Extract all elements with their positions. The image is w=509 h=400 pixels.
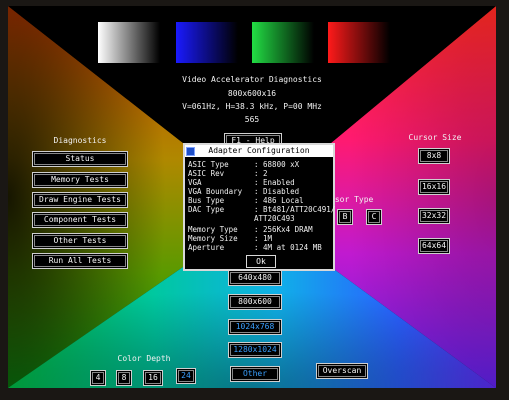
resolution-1280x1024-button[interactable]: 1280x1024 [228, 342, 282, 358]
app-title: Video Accelerator Diagnostics [182, 75, 322, 84]
resolution-readout: 800x600x16 [227, 89, 277, 98]
cursor-size-heading: Cursor Size [408, 133, 462, 142]
status-button[interactable]: Status [32, 151, 128, 167]
cursor-type-c-button[interactable]: C [366, 209, 382, 225]
red-gradient-swatch [328, 22, 390, 63]
overscan-button[interactable]: Overscan [316, 363, 368, 379]
config-value: ATT20C493 [254, 214, 295, 223]
draw-engine-tests-button[interactable]: Draw Engine Tests [32, 192, 128, 208]
timing-readout: V=061Hz, H=38.3 kHz, P=00 MHz [182, 102, 322, 111]
pixel-format-readout: 565 [244, 115, 260, 124]
config-value: : Bt481/ATT20C491/ [254, 205, 336, 214]
config-value: : 4M at 0124 MB [254, 243, 322, 252]
cursor-16x16-button[interactable]: 16x16 [418, 179, 450, 195]
component-tests-button[interactable]: Component Tests [32, 212, 128, 228]
config-label: VGA [188, 178, 202, 187]
cursor-type-heading: rsor Type [330, 195, 374, 204]
memory-tests-button[interactable]: Memory Tests [32, 172, 128, 188]
color-depth-heading: Color Depth [117, 354, 171, 363]
run-all-tests-button[interactable]: Run All Tests [32, 253, 128, 269]
other-resolution-button[interactable]: Other [230, 366, 280, 382]
config-label: Memory Type [188, 225, 238, 234]
close-icon[interactable] [186, 147, 195, 156]
config-value: : 68800 xX [254, 160, 300, 169]
color-depth-16-button[interactable]: 16 [143, 370, 163, 386]
config-label: Bus Type [188, 196, 225, 205]
color-depth-8-button[interactable]: 8 [116, 370, 132, 386]
config-label: VGA Boundary [188, 187, 243, 196]
other-tests-button[interactable]: Other Tests [32, 233, 128, 249]
config-label: ASIC Rev [188, 169, 225, 178]
config-value: : 256Kx4 DRAM [254, 225, 313, 234]
config-label: ASIC Type [188, 160, 229, 169]
green-gradient-swatch [252, 22, 314, 63]
cursor-32x32-button[interactable]: 32x32 [418, 208, 450, 224]
cursor-type-b-button[interactable]: B [337, 209, 353, 225]
resolution-1024x768-button[interactable]: 1024x768 [228, 319, 282, 335]
resolution-640x480-button[interactable]: 640x480 [228, 270, 282, 286]
config-value: : 1M [254, 234, 273, 243]
cursor-64x64-button[interactable]: 64x64 [418, 238, 450, 254]
ok-button[interactable]: Ok [246, 255, 276, 268]
white-gradient-swatch [98, 22, 160, 63]
color-depth-24-button[interactable]: 24 [176, 368, 196, 384]
config-label: Aperture [188, 243, 225, 252]
config-value: : Enabled [254, 178, 295, 187]
config-label: DAC Type [188, 205, 225, 214]
adapter-configuration-dialog: Adapter Configuration ASIC Type : 68800 x… [183, 143, 335, 271]
config-value: : 486 Local [254, 196, 304, 205]
color-depth-4-button[interactable]: 4 [90, 370, 106, 386]
diagnostics-heading: Diagnostics [53, 136, 107, 145]
cursor-8x8-button[interactable]: 8x8 [418, 148, 450, 164]
config-label: Memory Size [188, 234, 238, 243]
config-value: : Disabled [254, 187, 300, 196]
config-value: : 2 [254, 169, 268, 178]
monitor-screen: Video Accelerator Diagnostics 800x600x16… [8, 6, 496, 388]
blue-gradient-swatch [176, 22, 238, 63]
resolution-800x600-button[interactable]: 800x600 [228, 294, 282, 310]
dialog-title: Adapter Configuration [185, 145, 333, 157]
